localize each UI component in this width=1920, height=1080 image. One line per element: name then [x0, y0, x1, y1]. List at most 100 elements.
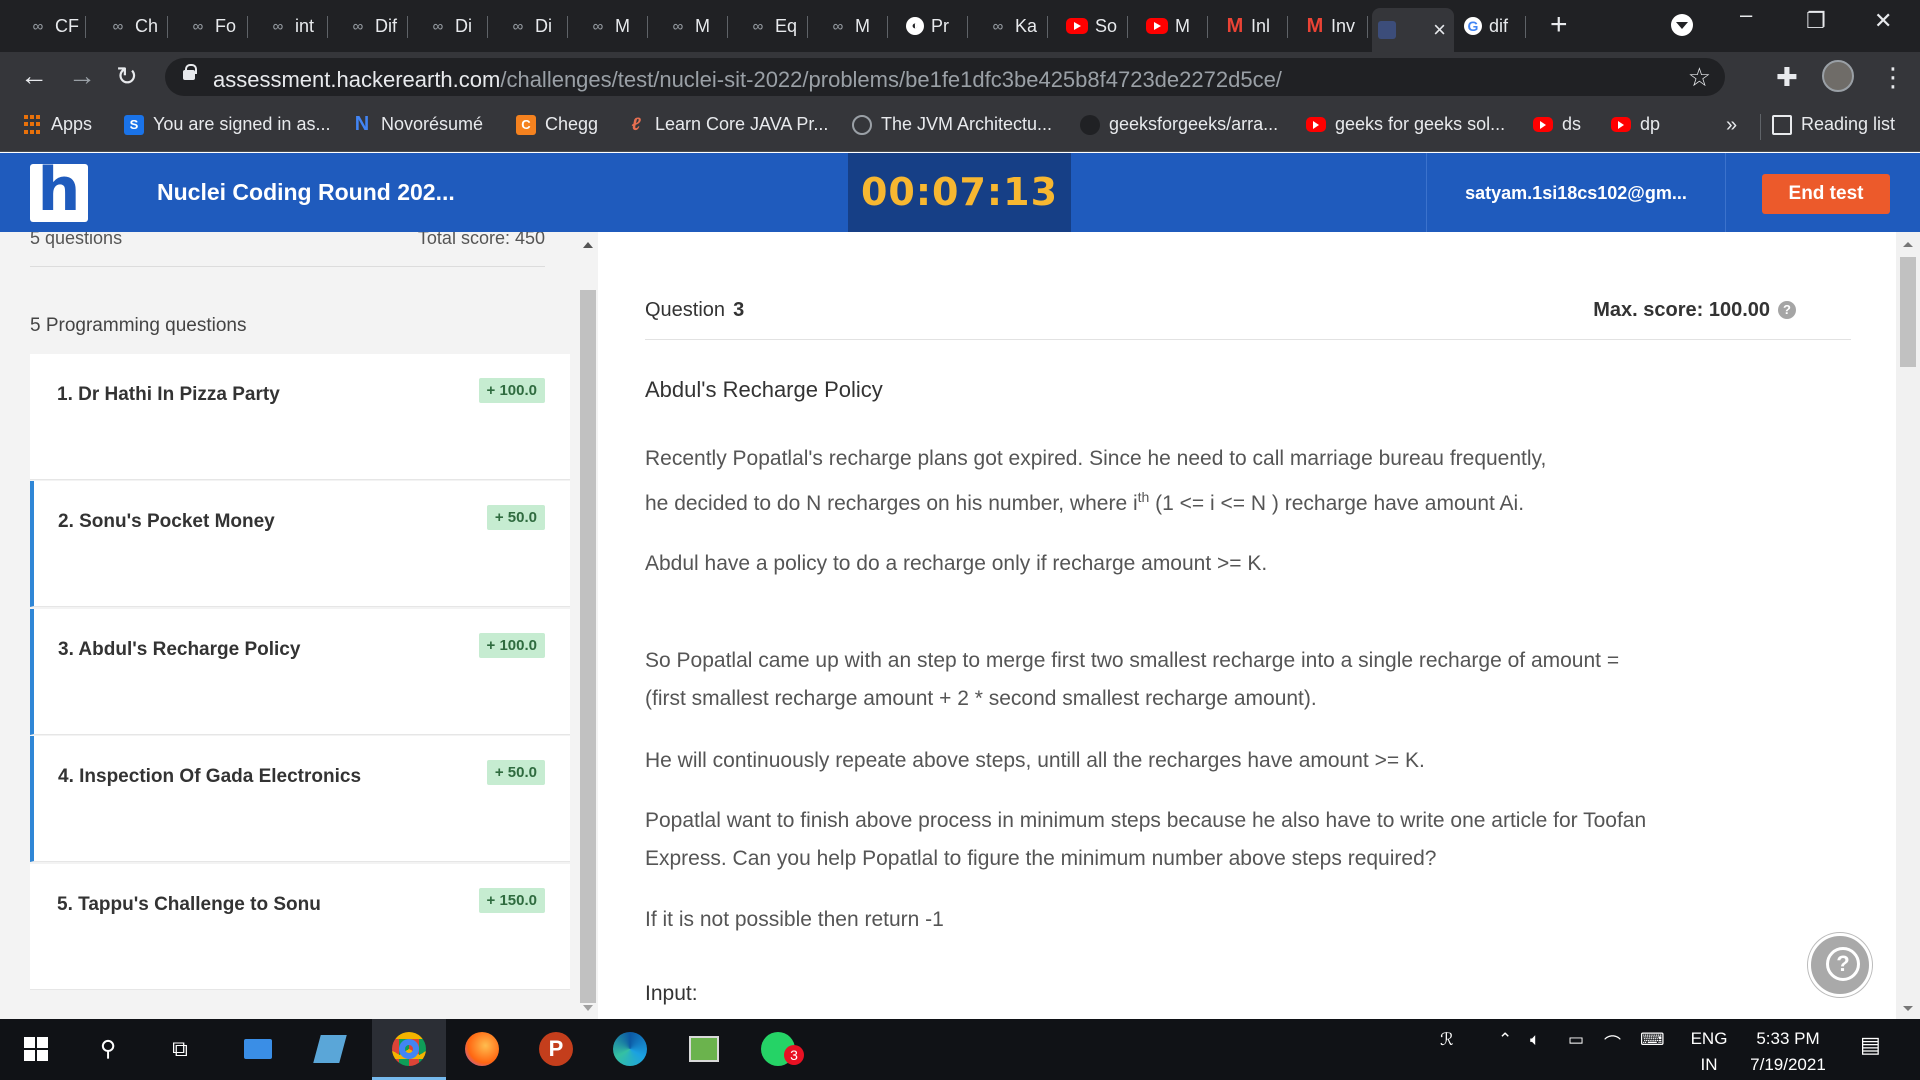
problem-paragraph: Abdul have a policy to do a recharge onl… — [645, 552, 1268, 575]
browser-tab[interactable]: Gdif — [1458, 8, 1526, 44]
browser-tab[interactable]: ∞ Di — [500, 8, 568, 44]
reading-list[interactable]: Reading list — [1772, 114, 1895, 135]
wifi-icon[interactable]: ⌒ — [1604, 1030, 1621, 1055]
bookmark-item[interactable]: S You are signed in as... — [124, 114, 330, 135]
battery-icon[interactable]: ▭ — [1568, 1030, 1584, 1050]
hackerearth-logo[interactable]: h — [30, 160, 88, 222]
close-tab-icon[interactable]: × — [1433, 17, 1446, 43]
firefox-icon[interactable] — [464, 1031, 500, 1067]
bookmark-item[interactable]: dp — [1611, 114, 1660, 135]
youtube-icon — [1066, 18, 1088, 34]
reading-list-icon — [1772, 114, 1792, 135]
problem-paragraph: If it is not possible then return -1 — [645, 908, 944, 931]
help-icon[interactable]: ? — [1778, 301, 1796, 319]
bookmark-item[interactable]: C Chegg — [516, 114, 598, 135]
question-item[interactable]: 2. Sonu's Pocket Money + 50.0 — [30, 481, 570, 607]
test-title: Nuclei Coding Round 202... — [157, 179, 455, 205]
browser-tab[interactable]: So — [1060, 8, 1128, 44]
questions-summary: 5 questions Total score: 450 — [30, 232, 545, 249]
bookmark-item[interactable]: ℓ Learn Core JAVA Pr... — [626, 114, 828, 135]
bookmark-item[interactable]: N Novorésumé — [352, 113, 483, 135]
scroll-down-icon[interactable] — [1903, 1006, 1913, 1011]
people-icon[interactable]: ℛ — [1440, 1030, 1454, 1050]
section-title: 5 Programming questions — [30, 315, 247, 336]
image-viewer-icon[interactable] — [686, 1031, 722, 1067]
browser-tab-strip: ∞ CF ∞ Ch ∞ Fo ∞ int ∞ Dif ∞ Di ∞ Di ∞ M ∞ M ∞ Eq … — [0, 0, 1920, 52]
hackerearth-icon: ∞ — [272, 17, 284, 35]
bookmark-item[interactable]: geeks for geeks sol... — [1306, 114, 1505, 135]
restore-icon[interactable]: ❐ — [1806, 8, 1826, 34]
notifications-icon[interactable]: ▤ — [1860, 1032, 1881, 1058]
windows-start-icon[interactable] — [18, 1031, 54, 1067]
page-scrollbar[interactable] — [1896, 232, 1920, 1019]
bookmark-star-icon[interactable]: ☆ — [1688, 62, 1711, 93]
this-pc-icon[interactable] — [240, 1031, 276, 1067]
search-icon[interactable]: ⚲ — [90, 1031, 126, 1067]
help-chat-button[interactable] — [1808, 933, 1872, 997]
question-title: 3. Abdul's Recharge Policy — [58, 639, 301, 660]
youtube-icon — [1306, 117, 1326, 132]
hackerearth-icon: ∞ — [672, 17, 684, 35]
browser-tab[interactable]: ∞ Dif — [340, 8, 408, 44]
show-hidden-icons[interactable]: ⌃ — [1498, 1030, 1512, 1050]
scroll-down-icon[interactable] — [583, 1005, 593, 1011]
browser-tab[interactable]: ∞ CF — [20, 8, 86, 44]
browser-tab[interactable]: ∞ Ch — [100, 8, 168, 44]
notes-app-icon[interactable] — [312, 1031, 348, 1067]
close-window-icon[interactable]: ✕ — [1874, 8, 1892, 34]
bookmark-item[interactable]: The JVM Architectu... — [852, 114, 1052, 135]
user-email[interactable]: satyam.1si18cs102@gm... — [1426, 183, 1726, 204]
new-tab-icon[interactable]: + — [1550, 8, 1568, 42]
divider — [645, 339, 1851, 340]
bookmarks-overflow[interactable]: » — [1726, 114, 1737, 137]
tab-search-icon[interactable] — [1671, 14, 1693, 36]
extensions-icon[interactable]: ✚ — [1776, 62, 1798, 93]
browser-tab[interactable]: M Inv — [1300, 8, 1368, 44]
scroll-thumb[interactable] — [1900, 257, 1916, 367]
github-icon — [1080, 114, 1100, 135]
menu-icon[interactable]: ⋮ — [1880, 62, 1906, 93]
chrome-icon[interactable] — [391, 1031, 427, 1067]
back-icon[interactable]: ← — [20, 61, 48, 91]
browser-tab[interactable]: ∞ Eq — [740, 8, 808, 44]
question-list-panel: 5 questions Total score: 450 5 Programmi… — [0, 232, 578, 1019]
question-item-current[interactable]: 3. Abdul's Recharge Policy + 100.0 — [30, 609, 570, 735]
browser-tab[interactable]: ∞ Di — [420, 8, 488, 44]
question-item[interactable]: 4. Inspection Of Gada Electronics + 50.0 — [30, 736, 570, 862]
end-test-button[interactable]: End test — [1762, 174, 1890, 214]
clock[interactable]: 5:33 PM 7/19/2021 — [1733, 1026, 1843, 1078]
avatar[interactable] — [1822, 60, 1854, 92]
address-bar[interactable]: assessment.hackerearth.com/challenges/te… — [165, 58, 1725, 96]
browser-tab[interactable]: M Inl — [1220, 8, 1288, 44]
minimize-icon[interactable]: – — [1740, 2, 1752, 28]
browser-tab[interactable]: ∞ Ka — [980, 8, 1048, 44]
question-list-scrollbar[interactable] — [578, 232, 598, 1019]
problem-paragraph: Popatlal want to finish above process in… — [645, 809, 1647, 870]
browser-tab[interactable]: ◐ Pr — [900, 8, 968, 44]
browser-tab[interactable]: ∞ Fo — [180, 8, 248, 44]
problem-title: Abdul's Recharge Policy — [645, 377, 883, 402]
question-item[interactable]: 5. Tappu's Challenge to Sonu + 150.0 — [30, 864, 570, 990]
bookmark-item[interactable]: geeksforgeeks/arra... — [1080, 114, 1278, 135]
browser-tab[interactable]: M — [1140, 8, 1208, 44]
forward-icon[interactable]: → — [68, 61, 96, 91]
edge-icon[interactable] — [612, 1031, 648, 1067]
scroll-up-icon[interactable] — [1903, 242, 1913, 247]
browser-tab[interactable]: ∞ int — [260, 8, 328, 44]
browser-tab-active[interactable]: × — [1372, 8, 1454, 52]
hackerearth-icon: ∞ — [112, 17, 124, 35]
scroll-up-icon[interactable] — [583, 242, 593, 248]
question-title: 2. Sonu's Pocket Money — [58, 511, 275, 532]
browser-tab[interactable]: ∞ M — [580, 8, 648, 44]
task-view-icon[interactable]: ⧉ — [162, 1031, 198, 1067]
bookmark-apps[interactable]: Apps — [22, 114, 92, 135]
browser-tab[interactable]: ∞ M — [820, 8, 888, 44]
reload-icon[interactable]: ↻ — [116, 61, 138, 91]
question-item[interactable]: 1. Dr Hathi In Pizza Party + 100.0 — [30, 354, 570, 480]
browser-tab[interactable]: ∞ M — [660, 8, 728, 44]
powerpoint-icon[interactable]: P — [538, 1031, 574, 1067]
bookmark-item[interactable]: ds — [1533, 114, 1581, 135]
java-icon: ℓ — [631, 114, 641, 134]
volume-icon[interactable]: 🔈︎ — [1530, 1030, 1540, 1050]
scroll-thumb[interactable] — [580, 290, 596, 1003]
